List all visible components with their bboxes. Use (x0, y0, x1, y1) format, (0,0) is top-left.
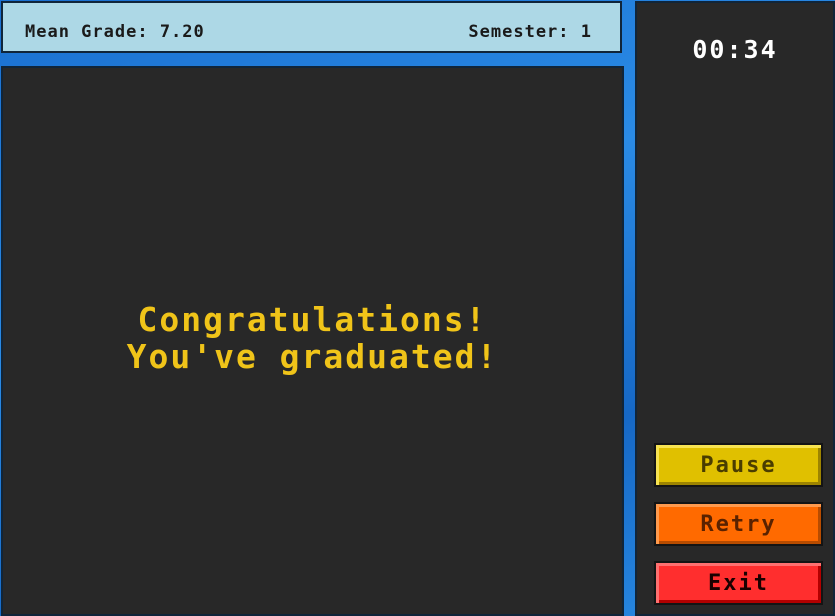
semester-label: Semester: 1 (468, 22, 592, 42)
pause-button[interactable]: Pause (654, 443, 823, 487)
side-panel: 00:34 Pause Retry Exit (635, 1, 835, 616)
message-line-1: Congratulations! (137, 300, 488, 339)
retry-button[interactable]: Retry (654, 502, 823, 546)
mean-grade-label: Mean Grade: 7.20 (25, 22, 205, 42)
graduation-message: Congratulations! You've graduated! (3, 301, 622, 375)
exit-button[interactable]: Exit (654, 561, 823, 605)
message-line-2: You've graduated! (126, 337, 499, 376)
timer: 00:34 (692, 35, 778, 64)
hud-bar: Mean Grade: 7.20 Semester: 1 (1, 1, 622, 53)
game-board[interactable]: Congratulations! You've graduated! (1, 66, 624, 616)
